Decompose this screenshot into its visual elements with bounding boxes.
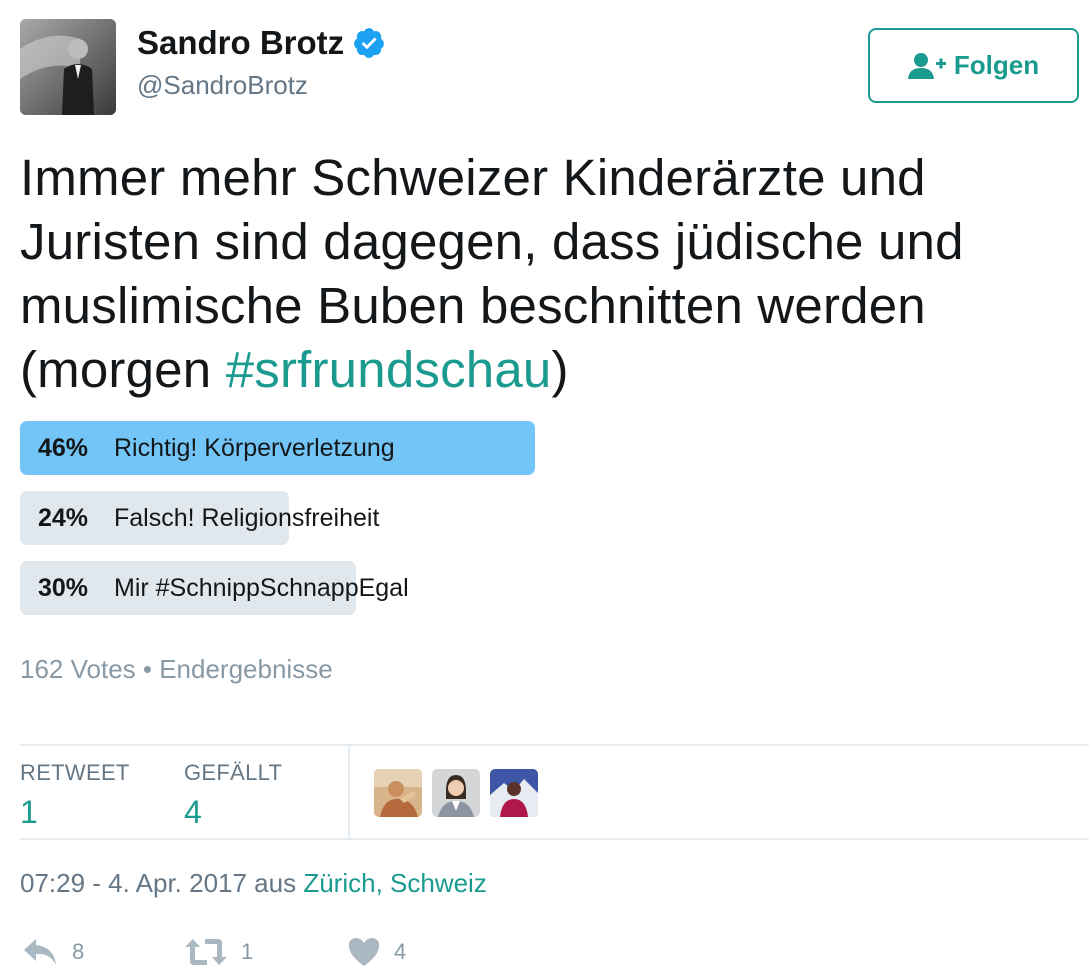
heart-icon xyxy=(348,938,380,966)
poll-percent: 46% xyxy=(38,433,89,462)
liker-avatar[interactable] xyxy=(432,769,480,817)
reply-count: 8 xyxy=(72,939,85,964)
poll-label: 30% Mir #SchnippSchnappEgal xyxy=(38,561,409,615)
follow-button[interactable]: Folgen xyxy=(868,28,1079,103)
poll-percent: 24% xyxy=(38,503,89,532)
location-link[interactable]: Zürich, Schweiz xyxy=(303,868,487,898)
user-plus-icon xyxy=(907,52,946,79)
reply-icon xyxy=(24,939,56,965)
like-stat[interactable]: GEFÄLLT 4 xyxy=(184,760,282,831)
author-handle[interactable]: @SandroBrotz xyxy=(137,70,308,101)
poll-meta: 162 Votes • Endergebnisse xyxy=(20,654,333,684)
retweet-action[interactable]: 1 xyxy=(185,932,253,972)
retweet-stat[interactable]: RETWEET 1 xyxy=(20,760,130,831)
divider xyxy=(20,838,1089,840)
poll-percent: 30% xyxy=(38,573,89,602)
tweet-text: Immer mehr Schweizer Kinderärzte und Jur… xyxy=(20,146,1070,402)
tweet-timestamp: 07:29 - 4. Apr. 2017 aus Zürich, Schweiz xyxy=(20,868,487,899)
like-stat-count: 4 xyxy=(184,794,202,830)
hashtag-link[interactable]: #srfrundschau xyxy=(226,341,552,398)
follow-button-label: Folgen xyxy=(953,50,1040,80)
poll-label: 24% Falsch! Religionsfreiheit xyxy=(38,491,379,545)
timestamp-text[interactable]: 07:29 - 4. Apr. 2017 aus xyxy=(20,868,303,898)
liker-avatar-image xyxy=(374,769,422,817)
divider xyxy=(20,744,1089,746)
author-avatar-image xyxy=(20,19,116,115)
liker-avatar[interactable] xyxy=(490,769,538,817)
retweet-stat-count: 1 xyxy=(20,794,38,830)
poll-option-text: Falsch! Religionsfreiheit xyxy=(114,503,380,532)
poll-label: 46% Richtig! Körperverletzung xyxy=(38,421,395,475)
poll-option-text: Richtig! Körperverletzung xyxy=(114,433,395,462)
divider xyxy=(348,745,350,839)
tweet-text-end: ) xyxy=(551,341,569,398)
liker-avatar-image xyxy=(432,769,480,817)
like-stat-label: GEFÄLLT xyxy=(184,760,283,785)
like-count: 4 xyxy=(394,939,407,964)
retweet-count: 1 xyxy=(241,939,254,964)
retweet-icon xyxy=(185,939,227,965)
like-action[interactable]: 4 xyxy=(348,932,406,972)
liker-avatar-image xyxy=(490,769,538,817)
author-name[interactable]: Sandro Brotz xyxy=(137,24,386,62)
poll-option-text: Mir #SchnippSchnappEgal xyxy=(114,573,409,602)
poll-choice: 46% Richtig! Körperverletzung xyxy=(20,421,920,475)
verified-badge-icon xyxy=(354,28,385,58)
liker-avatar[interactable] xyxy=(374,769,422,817)
poll-choice: 24% Falsch! Religionsfreiheit xyxy=(20,491,920,545)
poll-choice: 30% Mir #SchnippSchnappEgal xyxy=(20,561,920,615)
reply-action[interactable]: 8 xyxy=(22,932,84,972)
retweet-stat-label: RETWEET xyxy=(20,760,130,785)
author-avatar[interactable] xyxy=(20,19,116,115)
author-name-text: Sandro Brotz xyxy=(137,24,345,61)
